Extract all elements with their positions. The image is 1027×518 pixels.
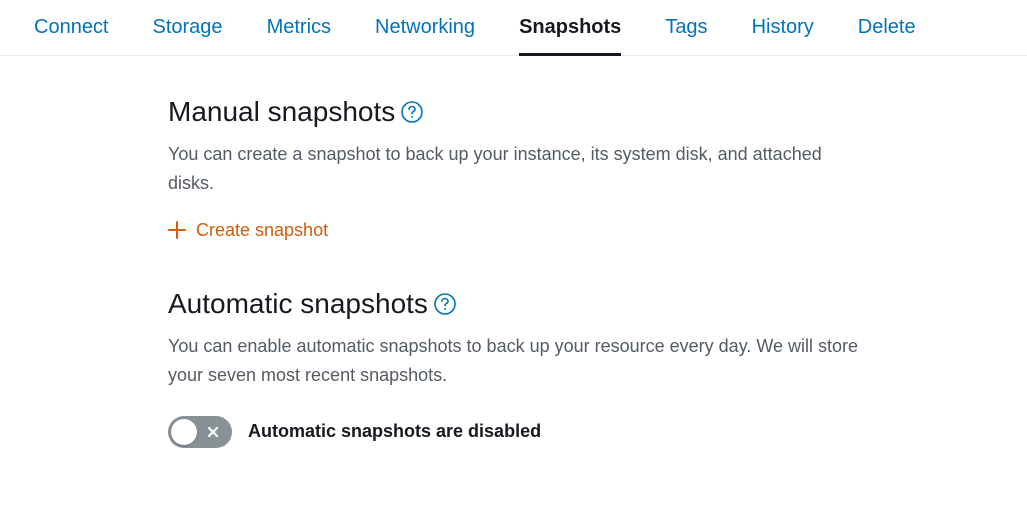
automatic-title-text: Automatic snapshots	[168, 288, 428, 320]
tab-networking[interactable]: Networking	[375, 16, 475, 56]
manual-snapshots-title: Manual snapshots	[168, 96, 866, 128]
tab-metrics[interactable]: Metrics	[267, 16, 331, 56]
tab-snapshots[interactable]: Snapshots	[519, 16, 621, 56]
snapshots-panel: Manual snapshots You can create a snapsh…	[0, 56, 900, 448]
tab-connect[interactable]: Connect	[34, 16, 109, 56]
help-icon[interactable]	[401, 101, 423, 123]
tab-tags[interactable]: Tags	[665, 16, 707, 56]
automatic-toggle-row: Automatic snapshots are disabled	[168, 416, 866, 448]
automatic-snapshots-desc: You can enable automatic snapshots to ba…	[168, 332, 866, 390]
automatic-toggle-label: Automatic snapshots are disabled	[248, 421, 541, 442]
tab-delete[interactable]: Delete	[858, 16, 916, 56]
toggle-knob	[171, 419, 197, 445]
automatic-snapshots-toggle[interactable]	[168, 416, 232, 448]
automatic-snapshots-title: Automatic snapshots	[168, 288, 866, 320]
create-snapshot-button[interactable]: Create snapshot	[168, 220, 328, 241]
plus-icon	[168, 221, 186, 239]
help-icon[interactable]	[434, 293, 456, 315]
manual-snapshots-desc: You can create a snapshot to back up you…	[168, 140, 866, 198]
manual-title-text: Manual snapshots	[168, 96, 395, 128]
automatic-snapshots-section: Automatic snapshots You can enable autom…	[168, 288, 866, 448]
manual-snapshots-section: Manual snapshots You can create a snapsh…	[168, 96, 866, 244]
x-icon	[206, 425, 220, 439]
tab-bar: Connect Storage Metrics Networking Snaps…	[0, 0, 1027, 56]
create-snapshot-label: Create snapshot	[196, 220, 328, 241]
tab-storage[interactable]: Storage	[153, 16, 223, 56]
tab-history[interactable]: History	[752, 16, 814, 56]
